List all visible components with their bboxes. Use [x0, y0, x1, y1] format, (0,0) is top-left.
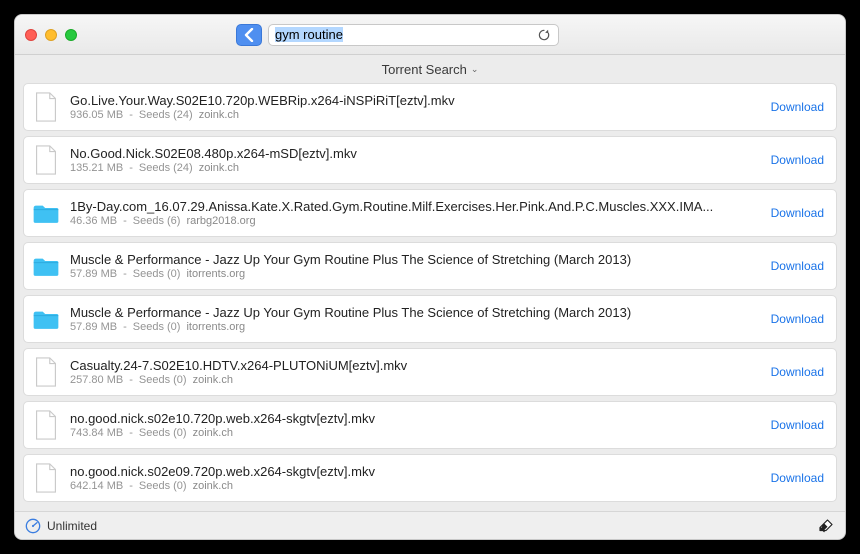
result-size: 743.84 MB [70, 427, 123, 439]
result-size: 46.36 MB [70, 215, 117, 227]
speed-label[interactable]: Unlimited [47, 519, 97, 533]
result-body: no.good.nick.s02e10.720p.web.x264-skgtv[… [70, 411, 759, 439]
result-body: No.Good.Nick.S02E08.480p.x264-mSD[eztv].… [70, 146, 759, 174]
result-seeds: Seeds (0) [139, 374, 187, 386]
result-row[interactable]: Muscle & Performance - Jazz Up Your Gym … [23, 242, 837, 290]
result-row[interactable]: Casualty.24-7.S02E10.HDTV.x264-PLUTONiUM… [23, 348, 837, 396]
result-meta: 642.14 MB - Seeds (0) zoink.ch [70, 480, 759, 492]
refresh-icon [537, 28, 551, 42]
download-link[interactable]: Download [771, 206, 824, 220]
minimize-window-button[interactable] [45, 29, 57, 41]
results-list: Go.Live.Your.Way.S02E10.720p.WEBRip.x264… [15, 83, 845, 511]
result-meta: 46.36 MB - Seeds (6) rarbg2018.org [70, 215, 759, 227]
result-title: no.good.nick.s02e10.720p.web.x264-skgtv[… [70, 411, 759, 426]
result-size: 257.80 MB [70, 374, 123, 386]
result-seeds: Seeds (0) [139, 427, 187, 439]
result-seeds: Seeds (6) [133, 215, 181, 227]
result-seeds: Seeds (24) [139, 162, 193, 174]
footer: Unlimited [15, 511, 845, 539]
result-source: zoink.ch [193, 374, 233, 386]
folder-icon [32, 303, 60, 335]
result-title: 1By-Day.com_16.07.29.Anissa.Kate.X.Rated… [70, 199, 759, 214]
result-row[interactable]: 1By-Day.com_16.07.29.Anissa.Kate.X.Rated… [23, 189, 837, 237]
result-seeds: Seeds (0) [133, 321, 181, 333]
speed-gauge-icon [25, 518, 41, 534]
refresh-button[interactable] [536, 27, 552, 43]
result-body: no.good.nick.s02e09.720p.web.x264-skgtv[… [70, 464, 759, 492]
back-button[interactable] [236, 24, 262, 46]
result-size: 57.89 MB [70, 268, 117, 280]
result-meta: 936.05 MB - Seeds (24) zoink.ch [70, 109, 759, 121]
download-link[interactable]: Download [771, 259, 824, 273]
result-meta: 743.84 MB - Seeds (0) zoink.ch [70, 427, 759, 439]
section-header[interactable]: Torrent Search ⌄ [15, 55, 845, 83]
result-row[interactable]: no.good.nick.s02e09.720p.web.x264-skgtv[… [23, 454, 837, 502]
result-row[interactable]: no.good.nick.s02e10.720p.web.x264-skgtv[… [23, 401, 837, 449]
result-title: No.Good.Nick.S02E08.480p.x264-mSD[eztv].… [70, 146, 759, 161]
result-row[interactable]: Go.Live.Your.Way.S02E10.720p.WEBRip.x264… [23, 83, 837, 131]
result-meta: 135.21 MB - Seeds (24) zoink.ch [70, 162, 759, 174]
result-size: 936.05 MB [70, 109, 123, 121]
zoom-window-button[interactable] [65, 29, 77, 41]
result-title: no.good.nick.s02e09.720p.web.x264-skgtv[… [70, 464, 759, 479]
result-body: Muscle & Performance - Jazz Up Your Gym … [70, 305, 759, 333]
file-icon [32, 144, 60, 176]
result-source: zoink.ch [193, 427, 233, 439]
file-icon [32, 91, 60, 123]
folder-icon [32, 197, 60, 229]
result-row[interactable]: No.Good.Nick.S02E08.480p.x264-mSD[eztv].… [23, 136, 837, 184]
result-size: 135.21 MB [70, 162, 123, 174]
download-link[interactable]: Download [771, 312, 824, 326]
close-window-button[interactable] [25, 29, 37, 41]
result-source: itorrents.org [186, 321, 245, 333]
search-field-wrap[interactable] [268, 24, 559, 46]
download-link[interactable]: Download [771, 100, 824, 114]
file-icon [32, 409, 60, 441]
folder-icon [32, 250, 60, 282]
download-link[interactable]: Download [771, 153, 824, 167]
section-title: Torrent Search [382, 62, 467, 77]
file-icon [32, 356, 60, 388]
file-icon [32, 462, 60, 494]
result-body: Casualty.24-7.S02E10.HDTV.x264-PLUTONiUM… [70, 358, 759, 386]
download-link[interactable]: Download [771, 471, 824, 485]
result-title: Go.Live.Your.Way.S02E10.720p.WEBRip.x264… [70, 93, 759, 108]
window-controls [25, 29, 77, 41]
result-source: itorrents.org [186, 268, 245, 280]
result-meta: 57.89 MB - Seeds (0) itorrents.org [70, 268, 759, 280]
result-body: 1By-Day.com_16.07.29.Anissa.Kate.X.Rated… [70, 199, 759, 227]
result-meta: 257.80 MB - Seeds (0) zoink.ch [70, 374, 759, 386]
result-seeds: Seeds (0) [133, 268, 181, 280]
result-size: 642.14 MB [70, 480, 123, 492]
result-body: Muscle & Performance - Jazz Up Your Gym … [70, 252, 759, 280]
download-link[interactable]: Download [771, 418, 824, 432]
download-link[interactable]: Download [771, 365, 824, 379]
chevron-left-icon [244, 28, 254, 42]
search-input[interactable] [275, 27, 536, 42]
app-window: Torrent Search ⌄ Go.Live.Your.Way.S02E10… [14, 14, 846, 540]
result-title: Casualty.24-7.S02E10.HDTV.x264-PLUTONiUM… [70, 358, 759, 373]
result-seeds: Seeds (24) [139, 109, 193, 121]
result-title: Muscle & Performance - Jazz Up Your Gym … [70, 252, 759, 267]
result-title: Muscle & Performance - Jazz Up Your Gym … [70, 305, 759, 320]
result-meta: 57.89 MB - Seeds (0) itorrents.org [70, 321, 759, 333]
chevron-down-icon: ⌄ [471, 64, 479, 75]
result-source: zoink.ch [199, 109, 239, 121]
result-row[interactable]: Muscle & Performance - Jazz Up Your Gym … [23, 295, 837, 343]
result-size: 57.89 MB [70, 321, 117, 333]
result-source: rarbg2018.org [186, 215, 255, 227]
result-body: Go.Live.Your.Way.S02E10.720p.WEBRip.x264… [70, 93, 759, 121]
result-source: zoink.ch [199, 162, 239, 174]
titlebar [15, 15, 845, 55]
result-source: zoink.ch [193, 480, 233, 492]
result-seeds: Seeds (0) [139, 480, 187, 492]
eraser-icon[interactable] [817, 517, 835, 535]
